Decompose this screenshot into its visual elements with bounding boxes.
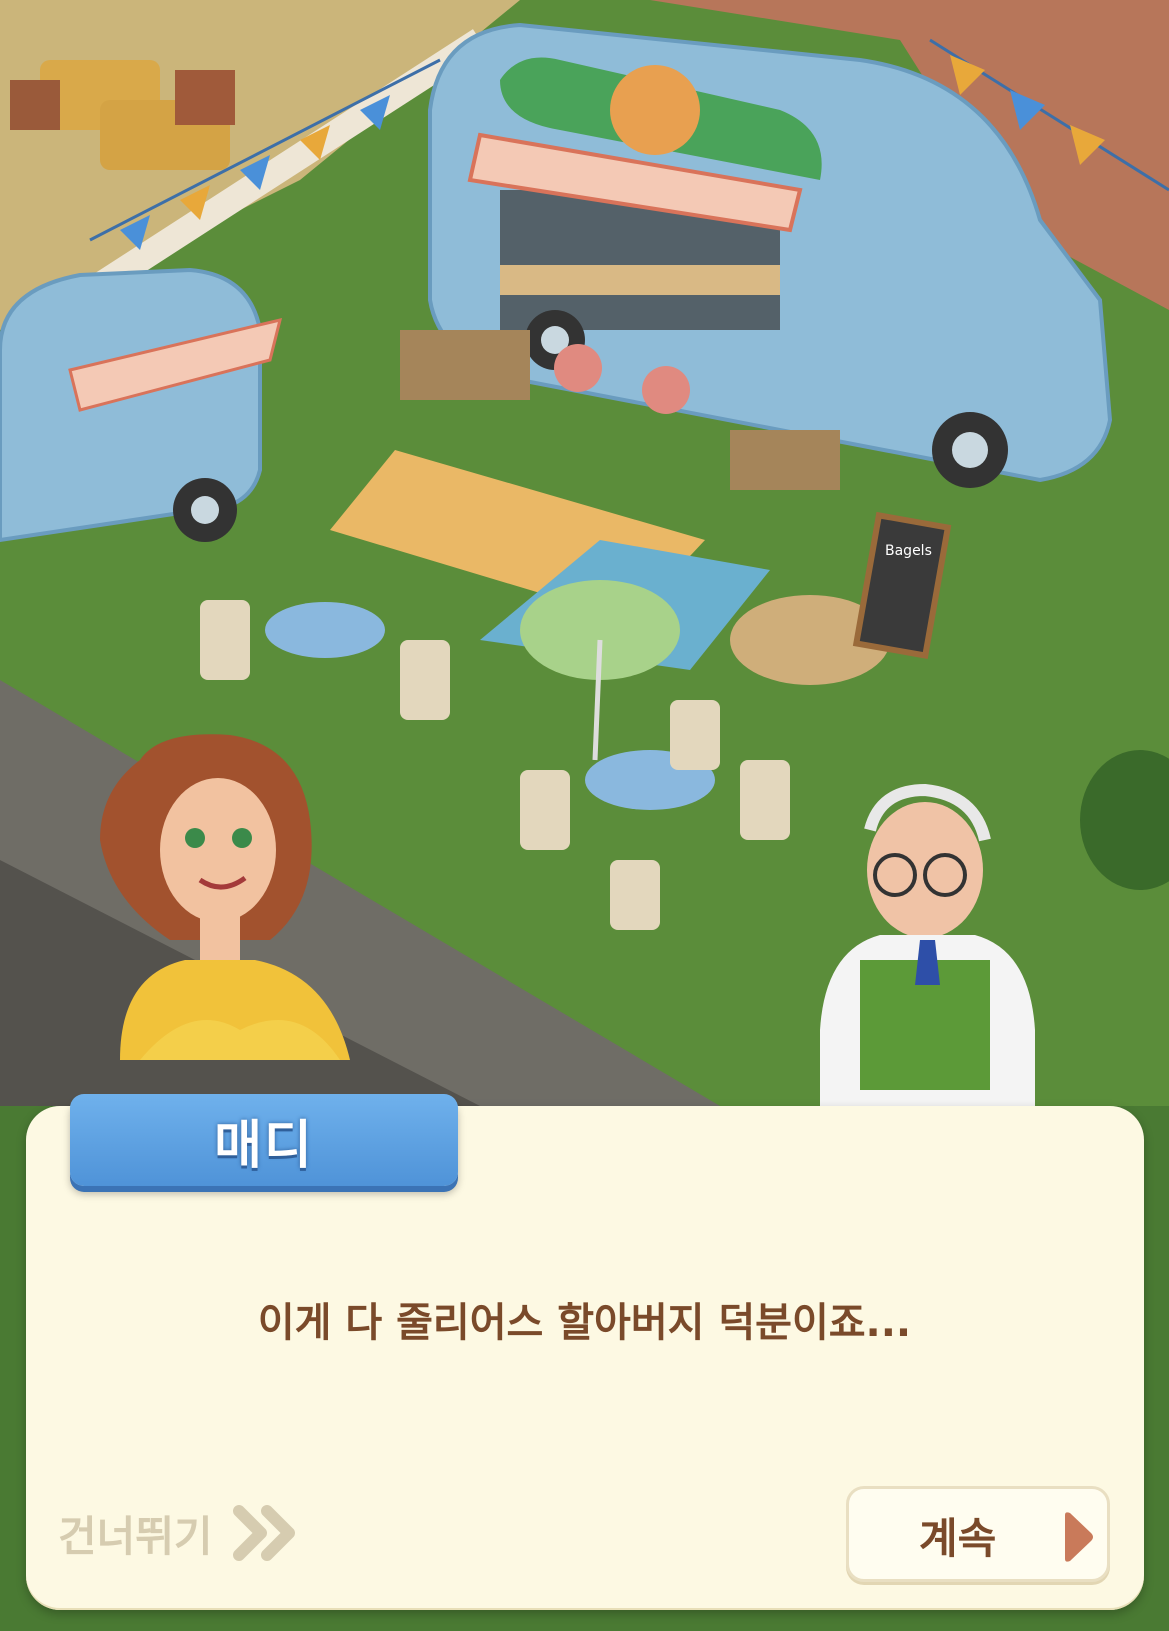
cafe-chair (520, 770, 570, 850)
berry-crate (10, 80, 60, 130)
speaker-name: 매디 (214, 1115, 314, 1176)
continue-button[interactable]: 계속 (846, 1486, 1110, 1582)
cafe-chair (740, 760, 790, 840)
play-arrow-icon (1065, 1512, 1093, 1562)
skip-button[interactable]: 건너뛰기 (58, 1498, 299, 1568)
flower-planter (400, 330, 530, 400)
cafe-chair (670, 700, 720, 770)
dialog-text: 이게 다 줄리어스 할아버지 덕분이죠... (257, 1300, 912, 1346)
cafe-chair (610, 860, 660, 930)
burger-icon (610, 65, 700, 155)
cafe-table (265, 602, 385, 658)
cafe-chair (400, 640, 450, 720)
flower-planter (730, 430, 840, 490)
stool (554, 344, 602, 392)
food-trailer (0, 267, 283, 543)
double-chevron-right-icon (232, 1505, 295, 1561)
berry-crate (175, 70, 235, 125)
stool (642, 366, 690, 414)
speaker-name-plate: 매디 (70, 1094, 458, 1186)
continue-label: 계속 (919, 1514, 997, 1563)
cafe-chair (200, 600, 250, 680)
skip-label: 건너뛰기 (58, 1511, 213, 1561)
svg-text:Bagels: Bagels (885, 543, 932, 559)
